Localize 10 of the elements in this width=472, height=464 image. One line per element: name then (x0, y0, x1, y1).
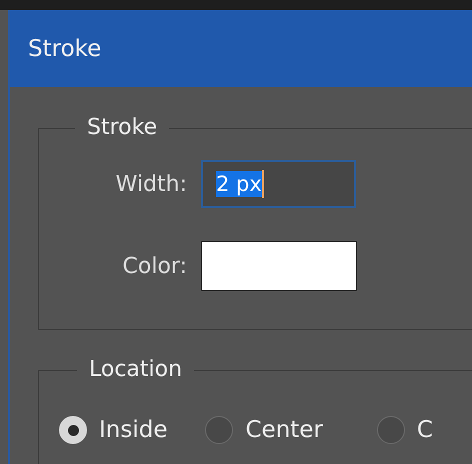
radio-label: Center (245, 417, 323, 443)
width-field[interactable]: 2 px (201, 160, 356, 208)
radio-button[interactable] (205, 416, 234, 444)
window-title: Stroke (28, 36, 102, 62)
field-label: Width: (114, 172, 188, 196)
radio-label: Inside (99, 417, 168, 443)
color-swatch[interactable] (201, 241, 357, 291)
field-label: Color: (122, 254, 188, 278)
radio-label: C (416, 417, 433, 443)
radio-button[interactable] (376, 416, 405, 444)
